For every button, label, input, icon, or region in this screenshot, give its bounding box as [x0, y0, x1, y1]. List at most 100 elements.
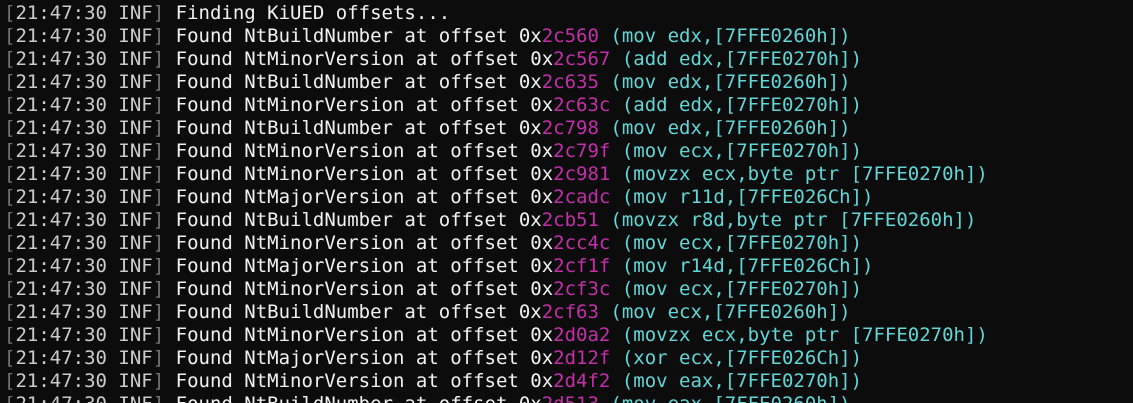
offset-value: 2c567 [553, 48, 611, 70]
log-timestamp: 21:47:30 [15, 48, 107, 70]
log-message: Found NtMinorVersion at offset [175, 140, 531, 162]
log-message: Found NtMajorVersion at offset [175, 255, 531, 277]
log-line: [21:47:30 INF] Found NtBuildNumber at of… [4, 117, 988, 140]
open-bracket: [ [4, 209, 16, 231]
log-line: [21:47:30 INF] Found NtBuildNumber at of… [4, 301, 988, 324]
offset-value: 2c560 [541, 25, 599, 47]
log-output: [21:47:30 INF] Finding KiUED offsets...[… [4, 2, 988, 403]
log-line: [21:47:30 INF] Found NtMinorVersion at o… [4, 140, 988, 163]
log-timestamp: 21:47:30 [15, 25, 107, 47]
log-timestamp: 21:47:30 [15, 255, 107, 277]
log-timestamp: 21:47:30 [15, 278, 107, 300]
close-bracket: ] [152, 301, 165, 323]
instruction-text: (mov edx,[7FFE0260h]) [610, 117, 851, 139]
close-bracket: ] [152, 278, 165, 300]
offset-value: 2d0a2 [553, 324, 611, 346]
offset-value: 2cf1f [553, 255, 611, 277]
log-line: [21:47:30 INF] Found NtBuildNumber at of… [4, 393, 988, 403]
instruction-text: (mov ecx,[7FFE0270h]) [621, 278, 863, 300]
offset-value: 2cc4c [553, 232, 611, 254]
close-bracket: ] [152, 370, 165, 392]
log-level: INF [118, 393, 152, 403]
log-message: Found NtMinorVersion at offset [175, 94, 531, 116]
offset-value: 2c798 [541, 117, 599, 139]
open-bracket: [ [4, 255, 16, 277]
terminal-window[interactable]: [21:47:30 INF] Finding KiUED offsets...[… [0, 0, 1133, 403]
offset-prefix: 0x [530, 278, 554, 300]
open-bracket: [ [4, 140, 16, 162]
offset-value: 2c79f [553, 140, 611, 162]
log-timestamp: 21:47:30 [15, 186, 107, 208]
instruction-text: (movzx ecx,byte ptr [7FFE0270h]) [621, 163, 988, 185]
log-level: INF [118, 255, 153, 277]
close-bracket: ] [152, 117, 165, 139]
offset-prefix: 0x [518, 209, 542, 231]
close-bracket: ] [152, 255, 165, 277]
log-line: [21:47:30 INF] Found NtMinorVersion at o… [4, 232, 988, 255]
log-timestamp: 21:47:30 [15, 2, 107, 24]
log-level: INF [118, 163, 153, 185]
offset-prefix: 0x [530, 163, 554, 185]
log-line: [21:47:30 INF] Found NtBuildNumber at of… [4, 25, 988, 48]
offset-value: 2c63c [553, 94, 611, 116]
log-message: Found NtBuildNumber at offset [175, 301, 519, 323]
log-timestamp: 21:47:30 [15, 393, 107, 403]
log-line: [21:47:30 INF] Found NtMajorVersion at o… [4, 347, 988, 370]
log-level: INF [118, 186, 153, 208]
log-level: INF [118, 94, 153, 116]
instruction-text: (mov ecx,[7FFE0260h]) [610, 301, 851, 323]
log-timestamp: 21:47:30 [15, 209, 107, 231]
log-timestamp: 21:47:30 [15, 140, 107, 162]
log-message: Found NtBuildNumber at offset [175, 71, 519, 93]
open-bracket: [ [4, 163, 16, 185]
log-message: Found NtMajorVersion at offset [175, 186, 531, 208]
log-message: Found NtMajorVersion at offset [175, 347, 531, 369]
offset-value: 2c981 [553, 163, 611, 185]
offset-prefix: 0x [530, 140, 554, 162]
offset-prefix: 0x [518, 117, 542, 139]
open-bracket: [ [4, 347, 16, 369]
close-bracket: ] [152, 347, 165, 369]
offset-prefix: 0x [530, 232, 554, 254]
open-bracket: [ [4, 25, 16, 47]
offset-value: 2c635 [541, 71, 599, 93]
log-timestamp: 21:47:30 [15, 370, 107, 392]
open-bracket: [ [4, 324, 16, 346]
log-level: INF [118, 347, 153, 369]
log-message: Found NtBuildNumber at offset [176, 393, 519, 403]
log-level: INF [118, 301, 153, 323]
instruction-text: (add edx,[7FFE0270h]) [621, 94, 863, 116]
instruction-text: (movzx r8d,byte ptr [7FFE0260h]) [610, 209, 977, 231]
offset-value: 2d12f [553, 347, 611, 369]
offset-prefix: 0x [530, 347, 554, 369]
offset-prefix: 0x [530, 324, 554, 346]
open-bracket: [ [4, 278, 16, 300]
log-line: [21:47:30 INF] Found NtMajorVersion at o… [4, 186, 988, 209]
log-level: INF [118, 2, 153, 24]
log-level: INF [118, 71, 153, 93]
open-bracket: [ [4, 2, 16, 24]
open-bracket: [ [4, 186, 16, 208]
log-level: INF [118, 370, 153, 392]
offset-value: 2d4f2 [553, 370, 611, 392]
offset-prefix: 0x [530, 94, 554, 116]
close-bracket: ] [152, 232, 165, 254]
open-bracket: [ [4, 301, 16, 323]
close-bracket: ] [152, 2, 165, 24]
log-message: Found NtMinorVersion at offset [175, 48, 531, 70]
log-timestamp: 21:47:30 [15, 347, 107, 369]
log-timestamp: 21:47:30 [15, 94, 107, 116]
instruction-text: (xor ecx,[7FFE026Ch]) [621, 347, 863, 369]
offset-prefix: 0x [530, 186, 554, 208]
log-message: Found NtMinorVersion at offset [175, 163, 531, 185]
instruction-text: (mov eax,[7FFE0260h]) [610, 393, 850, 403]
log-message: Found NtBuildNumber at offset [175, 25, 519, 47]
log-line: [21:47:30 INF] Found NtMinorVersion at o… [4, 163, 988, 186]
log-timestamp: 21:47:30 [15, 301, 107, 323]
instruction-text: (mov ecx,[7FFE0270h]) [621, 232, 863, 254]
open-bracket: [ [4, 117, 16, 139]
instruction-text: (movzx ecx,byte ptr [7FFE0270h]) [621, 324, 988, 346]
instruction-text: (add edx,[7FFE0270h]) [621, 48, 863, 70]
log-line: [21:47:30 INF] Found NtMinorVersion at o… [4, 370, 988, 393]
offset-prefix: 0x [519, 393, 542, 403]
